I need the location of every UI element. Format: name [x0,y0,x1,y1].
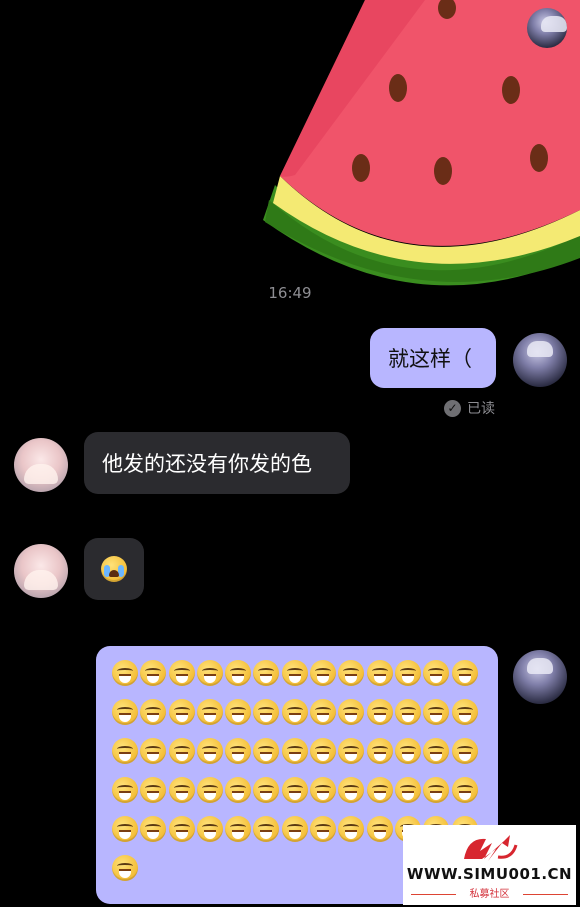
crying-face-icon [101,556,127,582]
laughing-face-icon [310,738,337,764]
laughing-face-icon [253,816,280,842]
laughing-face-icon [112,699,138,725]
laughing-face-icon [140,699,167,725]
laughing-face-icon [366,738,393,764]
laughing-face-icon [168,816,195,842]
incoming-message-bubble[interactable] [84,538,144,600]
watermark-url: WWW.SIMU001.CN [406,865,573,883]
laughing-face-icon [225,816,252,842]
laughing-face-icon [168,699,195,725]
watermark: WWW.SIMU001.CN 私募社区 [403,825,576,905]
laughing-face-icon [423,699,450,725]
read-receipt: ✓ 已读 [444,398,495,418]
avatar-me[interactable] [513,333,567,387]
watermelon-sticker-icon[interactable] [255,0,580,300]
laughing-face-icon [112,738,138,764]
watermark-subtitle: 私募社区 [469,889,510,900]
laughing-face-icon [366,777,393,803]
avatar-contact[interactable] [14,544,68,598]
laughing-face-icon [112,660,138,686]
laughing-face-icon [140,816,167,842]
laughing-face-icon [225,777,252,803]
laughing-face-icon [112,816,138,842]
laughing-face-icon [451,738,478,764]
laughing-face-icon [140,738,167,764]
laughing-face-icon [394,660,421,686]
laughing-face-icon [168,777,195,803]
laughing-face-icon [366,660,393,686]
laughing-face-icon [338,660,365,686]
avatar-contact[interactable] [14,438,68,492]
check-icon: ✓ [444,399,461,417]
message-timestamp: 16:49 [268,284,312,302]
laughing-face-icon [253,738,280,764]
laughing-face-icon [196,777,223,803]
laughing-face-icon [281,660,308,686]
laughing-face-icon [310,777,337,803]
laughing-face-icon [394,699,421,725]
laughing-face-icon [394,777,421,803]
message-text: 他发的还没有你发的色 [102,452,312,476]
laughing-face-icon [451,777,478,803]
laughing-face-icon [423,777,450,803]
laughing-face-icon [423,738,450,764]
laughing-face-icon [253,777,280,803]
laughing-face-icon [112,855,138,881]
message-text: 就这样（ [388,347,472,371]
laughing-face-icon [168,738,195,764]
laughing-face-icon [281,777,308,803]
read-receipt-label: 已读 [467,401,495,417]
laughing-face-icon [366,699,393,725]
laughing-face-icon [338,699,365,725]
laughing-face-icon [225,738,252,764]
laughing-face-icon [366,816,393,842]
outgoing-message-bubble[interactable]: 就这样（ [370,328,496,388]
laughing-face-icon [338,738,365,764]
laughing-face-icon [112,777,138,803]
laughing-face-icon [451,660,478,686]
avatar-me[interactable] [527,8,567,48]
incoming-message-bubble[interactable]: 他发的还没有你发的色 [84,432,350,494]
laughing-face-icon [140,660,167,686]
laughing-face-icon [310,660,337,686]
laughing-face-icon [140,777,167,803]
watermark-divider [523,894,568,895]
laughing-face-icon [394,738,421,764]
laughing-face-icon [451,699,478,725]
laughing-face-icon [338,816,365,842]
laughing-face-icon [196,699,223,725]
laughing-face-icon [196,816,223,842]
avatar-me[interactable] [513,650,567,704]
laughing-face-icon [168,660,195,686]
laughing-face-icon [338,777,365,803]
watermark-logo-icon [464,835,518,861]
laughing-face-icon [225,660,252,686]
laughing-face-icon [225,699,252,725]
laughing-face-icon [196,660,223,686]
laughing-face-icon [423,660,450,686]
laughing-face-icon [310,699,337,725]
laughing-face-icon [253,660,280,686]
laughing-face-icon [281,699,308,725]
laughing-face-icon [281,816,308,842]
laughing-face-icon [196,738,223,764]
laughing-face-icon [253,699,280,725]
laughing-face-icon [281,738,308,764]
laughing-face-icon [310,816,337,842]
